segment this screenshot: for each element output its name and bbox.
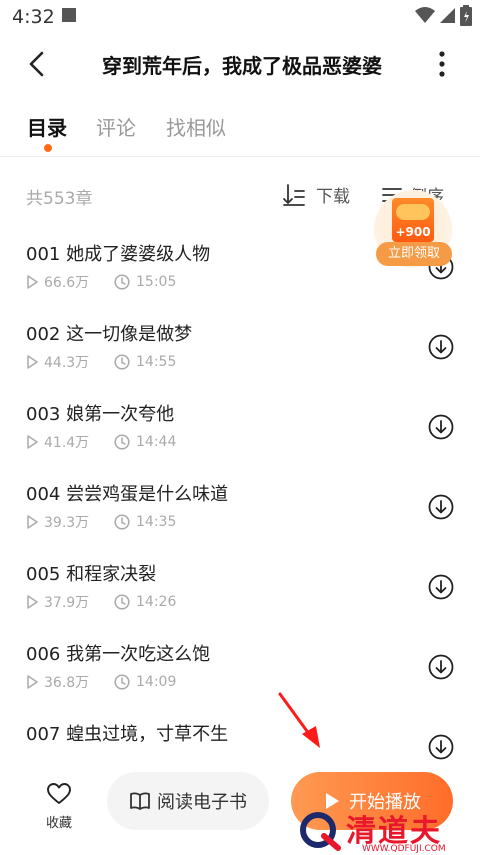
gift-box-icon: +900 [392,198,434,242]
download-list-icon [283,183,305,206]
clock-icon [114,434,130,450]
chapter-title: 002 这一切像是做梦 [26,324,193,345]
play-count: 41.4万 [44,435,90,451]
read-ebook-label: 阅读电子书 [157,792,247,813]
chapter-meta: 66.6万 15:05 [26,272,176,292]
play-count: 66.6万 [44,275,90,291]
chapter-meta: 39.3万 14:35 [26,512,176,532]
duration: 14:35 [136,514,177,530]
chapter-title: 004 尝尝鸡蛋是什么味道 [26,484,229,505]
battery-icon [460,5,472,26]
status-bar: 4:32 [0,0,480,34]
heart-icon [47,783,71,804]
chapter-title: 007 蝗虫过境，寸草不生 [26,724,229,745]
page-title: 穿到荒年后，我成了极品恶婆婆 [102,54,382,78]
annotation-arrow-icon [278,692,320,748]
book-icon [130,792,150,810]
chapter-meta: 44.3万 14:55 [26,352,176,372]
chapter-count: 共553章 [26,189,93,209]
chapter-item[interactable]: 004 尝尝鸡蛋是什么味道 39.3万 14:35 [0,470,480,550]
back-arrow-icon[interactable] [22,48,52,80]
chapter-item[interactable]: 003 娘第一次夸他 41.4万 14:44 [0,390,480,470]
play-count: 37.9万 [44,595,90,611]
chapter-meta: 41.4万 14:44 [26,432,176,452]
watermark-url: WWW.QDFUJI.COM [362,844,446,854]
clock-icon [114,354,130,370]
claim-reward-button[interactable]: 立即领取 [376,242,452,266]
tab-comments[interactable]: 评论 [96,112,136,141]
download-icon[interactable] [428,734,454,760]
duration: 15:05 [136,274,177,290]
favorite-button[interactable]: 收藏 [36,782,82,831]
chapter-title: 005 和程家决裂 [26,564,157,585]
clock-icon [114,594,130,610]
play-count: 44.3万 [44,355,90,371]
duration: 14:09 [136,674,177,690]
download-all-button[interactable]: 下载 [282,182,350,207]
tab-find-similar[interactable]: 找相似 [166,112,226,141]
play-count: 36.8万 [44,675,90,691]
wifi-icon [415,7,435,23]
download-icon[interactable] [428,414,454,440]
status-time: 4:32 [12,6,55,28]
chapter-item[interactable]: 006 我第一次吃这么饱 36.8万 14:09 [0,630,480,710]
download-all-label: 下载 [316,187,350,207]
tab-catalog[interactable]: 目录 [27,112,67,141]
chapter-item[interactable]: 005 和程家决裂 37.9万 14:26 [0,550,480,630]
chapter-title: 006 我第一次吃这么饱 [26,644,211,665]
reward-widget[interactable]: +900 立即领取 [372,190,456,272]
download-icon[interactable] [428,494,454,520]
duration: 14:44 [136,434,177,450]
active-tab-indicator [44,144,52,152]
header: 穿到荒年后，我成了极品恶婆婆 [0,34,480,94]
download-icon[interactable] [428,654,454,680]
duration: 14:26 [136,594,177,610]
play-count-icon [27,435,38,449]
chapter-title: 001 她成了婆婆级人物 [26,244,211,265]
signal-icon [440,8,455,23]
play-count-icon [27,595,38,609]
play-count: 39.3万 [44,515,90,531]
chapter-meta: 37.9万 14:26 [26,592,176,612]
download-icon[interactable] [428,334,454,360]
more-options-icon[interactable] [434,48,450,80]
tab-bar: 目录 评论 找相似 [0,104,480,157]
chapter-title: 003 娘第一次夸他 [26,404,175,425]
chapter-meta: 36.8万 14:09 [26,672,176,692]
chapter-item[interactable]: 002 这一切像是做梦 44.3万 14:55 [0,310,480,390]
play-count-icon [27,675,38,689]
notification-icon [62,8,76,22]
clock-icon [114,514,130,530]
download-icon[interactable] [428,574,454,600]
play-count-icon [27,355,38,369]
clock-icon [114,674,130,690]
favorite-label: 收藏 [45,816,72,831]
watermark: 清道夫 WWW.QDFUJI.COM [296,806,476,855]
duration: 14:55 [136,354,177,370]
read-ebook-button[interactable]: 阅读电子书 [107,772,269,830]
play-count-icon [27,275,38,289]
clock-icon [114,274,130,290]
watermark-logo-icon [300,812,341,851]
reward-amount: +900 [395,225,431,239]
play-count-icon [27,515,38,529]
